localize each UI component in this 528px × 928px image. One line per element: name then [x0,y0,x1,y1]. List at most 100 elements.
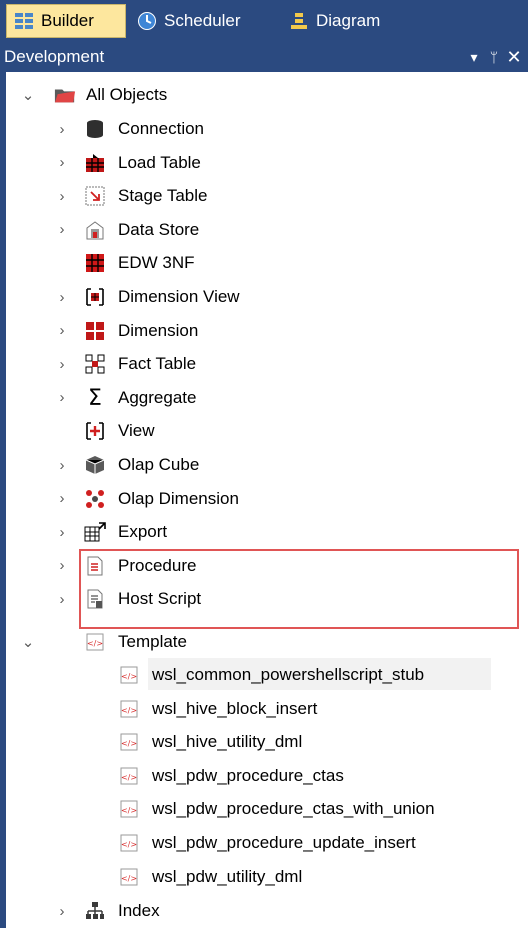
svg-text:</>: </> [121,773,137,782]
tab-label: Diagram [316,11,381,30]
document-tab-strip: Builder Scheduler Diagram [0,0,528,42]
svg-text:</>: </> [121,672,137,681]
tree-node-edw-3nf[interactable]: EDW 3NF [6,248,506,278]
svg-text:Σ: Σ [88,387,102,409]
tree-node-template[interactable]: ⌄ </> Template [6,627,506,657]
template-icon: </> [84,631,106,653]
pin-icon[interactable]: ᛘ [484,49,504,65]
olap-dimension-icon [84,488,106,510]
tree-node-view[interactable]: View [6,416,506,446]
connection-icon [84,118,106,140]
scheduler-clock-icon [136,10,158,32]
template-item[interactable]: </> wsl_pdw_procedure_update_insert [6,828,506,858]
chevron-right-icon[interactable]: › [54,316,70,346]
chevron-right-icon[interactable]: › [54,148,70,178]
template-item-label: wsl_hive_block_insert [152,698,318,718]
tree-node-export[interactable]: › Export [6,517,506,547]
tree-node-load-table[interactable]: › Load Table [6,148,506,178]
tree-node-connection[interactable]: › Connection [6,114,506,144]
template-item[interactable]: </> wsl_common_powershellscript_stub [6,660,506,690]
stage-table-icon [84,185,106,207]
svg-text:</>: </> [121,706,137,715]
chevron-right-icon[interactable]: › [54,896,70,926]
chevron-right-icon[interactable]: › [54,181,70,211]
tree-node-label: Data Store [118,219,200,239]
svg-text:</>: </> [121,739,137,748]
chevron-right-icon[interactable]: › [54,349,70,379]
olap-cube-icon [84,454,106,476]
template-item[interactable]: </> wsl_hive_block_insert [6,694,506,724]
tree-node-all-objects[interactable]: ⌄ All Objects [6,80,506,110]
chevron-right-icon[interactable]: › [54,383,70,413]
template-file-icon: </> [118,664,140,686]
tree-node-index[interactable]: › Index [6,896,506,926]
template-item[interactable]: </> wsl_pdw_utility_dml [6,862,506,892]
load-table-icon [84,152,106,174]
tree-node-label: Host Script [118,589,202,609]
template-item-label: wsl_common_powershellscript_stub [152,665,425,684]
tab-label: Scheduler [164,11,241,30]
dropdown-chevron-icon[interactable]: ▾ [464,49,484,66]
tree-node-label: Index [118,901,160,920]
tree-node-dimension[interactable]: › Dimension [6,316,506,346]
tree-node-label: Connection [118,119,205,138]
template-file-icon: </> [118,866,140,888]
tree-node-olap-cube[interactable]: › Olap Cube [6,450,506,480]
template-item[interactable]: </> wsl_hive_utility_dml [6,727,506,757]
close-icon[interactable]: ✕ [504,47,524,68]
tree-node-label: Dimension [118,320,199,340]
tree-node-label: Aggregate [118,387,197,407]
tab-scheduler[interactable]: Scheduler [130,4,265,38]
template-item-label: wsl_pdw_utility_dml [152,866,303,886]
tree-node-label: Procedure [118,555,197,575]
builder-grid-icon [13,10,35,32]
tree-node-label: Fact Table [118,354,197,374]
tree-node-host-script[interactable]: › Host Script [6,584,506,614]
chevron-right-icon[interactable]: › [54,282,70,312]
tree-node-data-store[interactable]: › Data Store [6,215,506,245]
chevron-right-icon[interactable]: › [54,450,70,480]
template-item-label: wsl_pdw_procedure_update_insert [152,833,416,852]
panel-title: Development [4,47,105,66]
tree-node-procedure[interactable]: › Procedure [6,551,506,581]
edw-3nf-icon [84,252,106,274]
template-file-icon: </> [118,731,140,753]
view-icon [84,420,106,442]
template-file-icon: </> [118,765,140,787]
chevron-right-icon[interactable]: › [54,215,70,245]
chevron-right-icon[interactable]: › [54,584,70,614]
tree-node-olap-dimension[interactable]: › Olap Dimension [6,484,506,514]
tab-diagram[interactable]: Diagram [282,4,402,38]
tab-builder[interactable]: Builder [6,4,126,38]
host-script-icon [84,588,106,610]
fact-table-icon [84,353,106,375]
tree-node-aggregate[interactable]: › Σ Aggregate [6,383,506,413]
template-item[interactable]: </> wsl_pdw_procedure_ctas [6,761,506,791]
chevron-right-icon[interactable]: › [54,517,70,547]
tree-node-label: View [118,421,155,441]
tree-node-dimension-view[interactable]: › Dimension View [6,282,506,312]
tree-node-label: All Objects [86,85,168,104]
svg-text:</>: </> [121,840,137,849]
svg-text:</>: </> [121,874,137,883]
chevron-right-icon[interactable]: › [54,484,70,514]
template-file-icon: </> [118,698,140,720]
tree-node-stage-table[interactable]: › Stage Table [6,181,506,211]
chevron-down-icon[interactable]: ⌄ [20,80,36,110]
template-item[interactable]: </> wsl_pdw_procedure_ctas_with_union [6,794,506,824]
tree-node-label: Dimension View [118,287,240,306]
svg-text:</>: </> [87,639,103,648]
tree-node-label: Olap Dimension [118,488,239,508]
tree-node-label: Template [118,632,187,651]
chevron-down-icon[interactable]: ⌄ [20,627,36,657]
tree-node-label: Export [118,522,168,542]
template-item-label: wsl_hive_utility_dml [152,732,303,752]
template-item-label: wsl_pdw_procedure_ctas_with_union [152,799,435,819]
tree-node-label: EDW 3NF [118,253,195,273]
dimension-icon [84,320,106,342]
tree-node-label: Stage Table [118,186,208,206]
chevron-right-icon[interactable]: › [54,551,70,581]
tree-node-fact-table[interactable]: › Fact Table [6,349,506,379]
chevron-right-icon[interactable]: › [54,114,70,144]
tree-node-label: Load Table [118,152,201,172]
